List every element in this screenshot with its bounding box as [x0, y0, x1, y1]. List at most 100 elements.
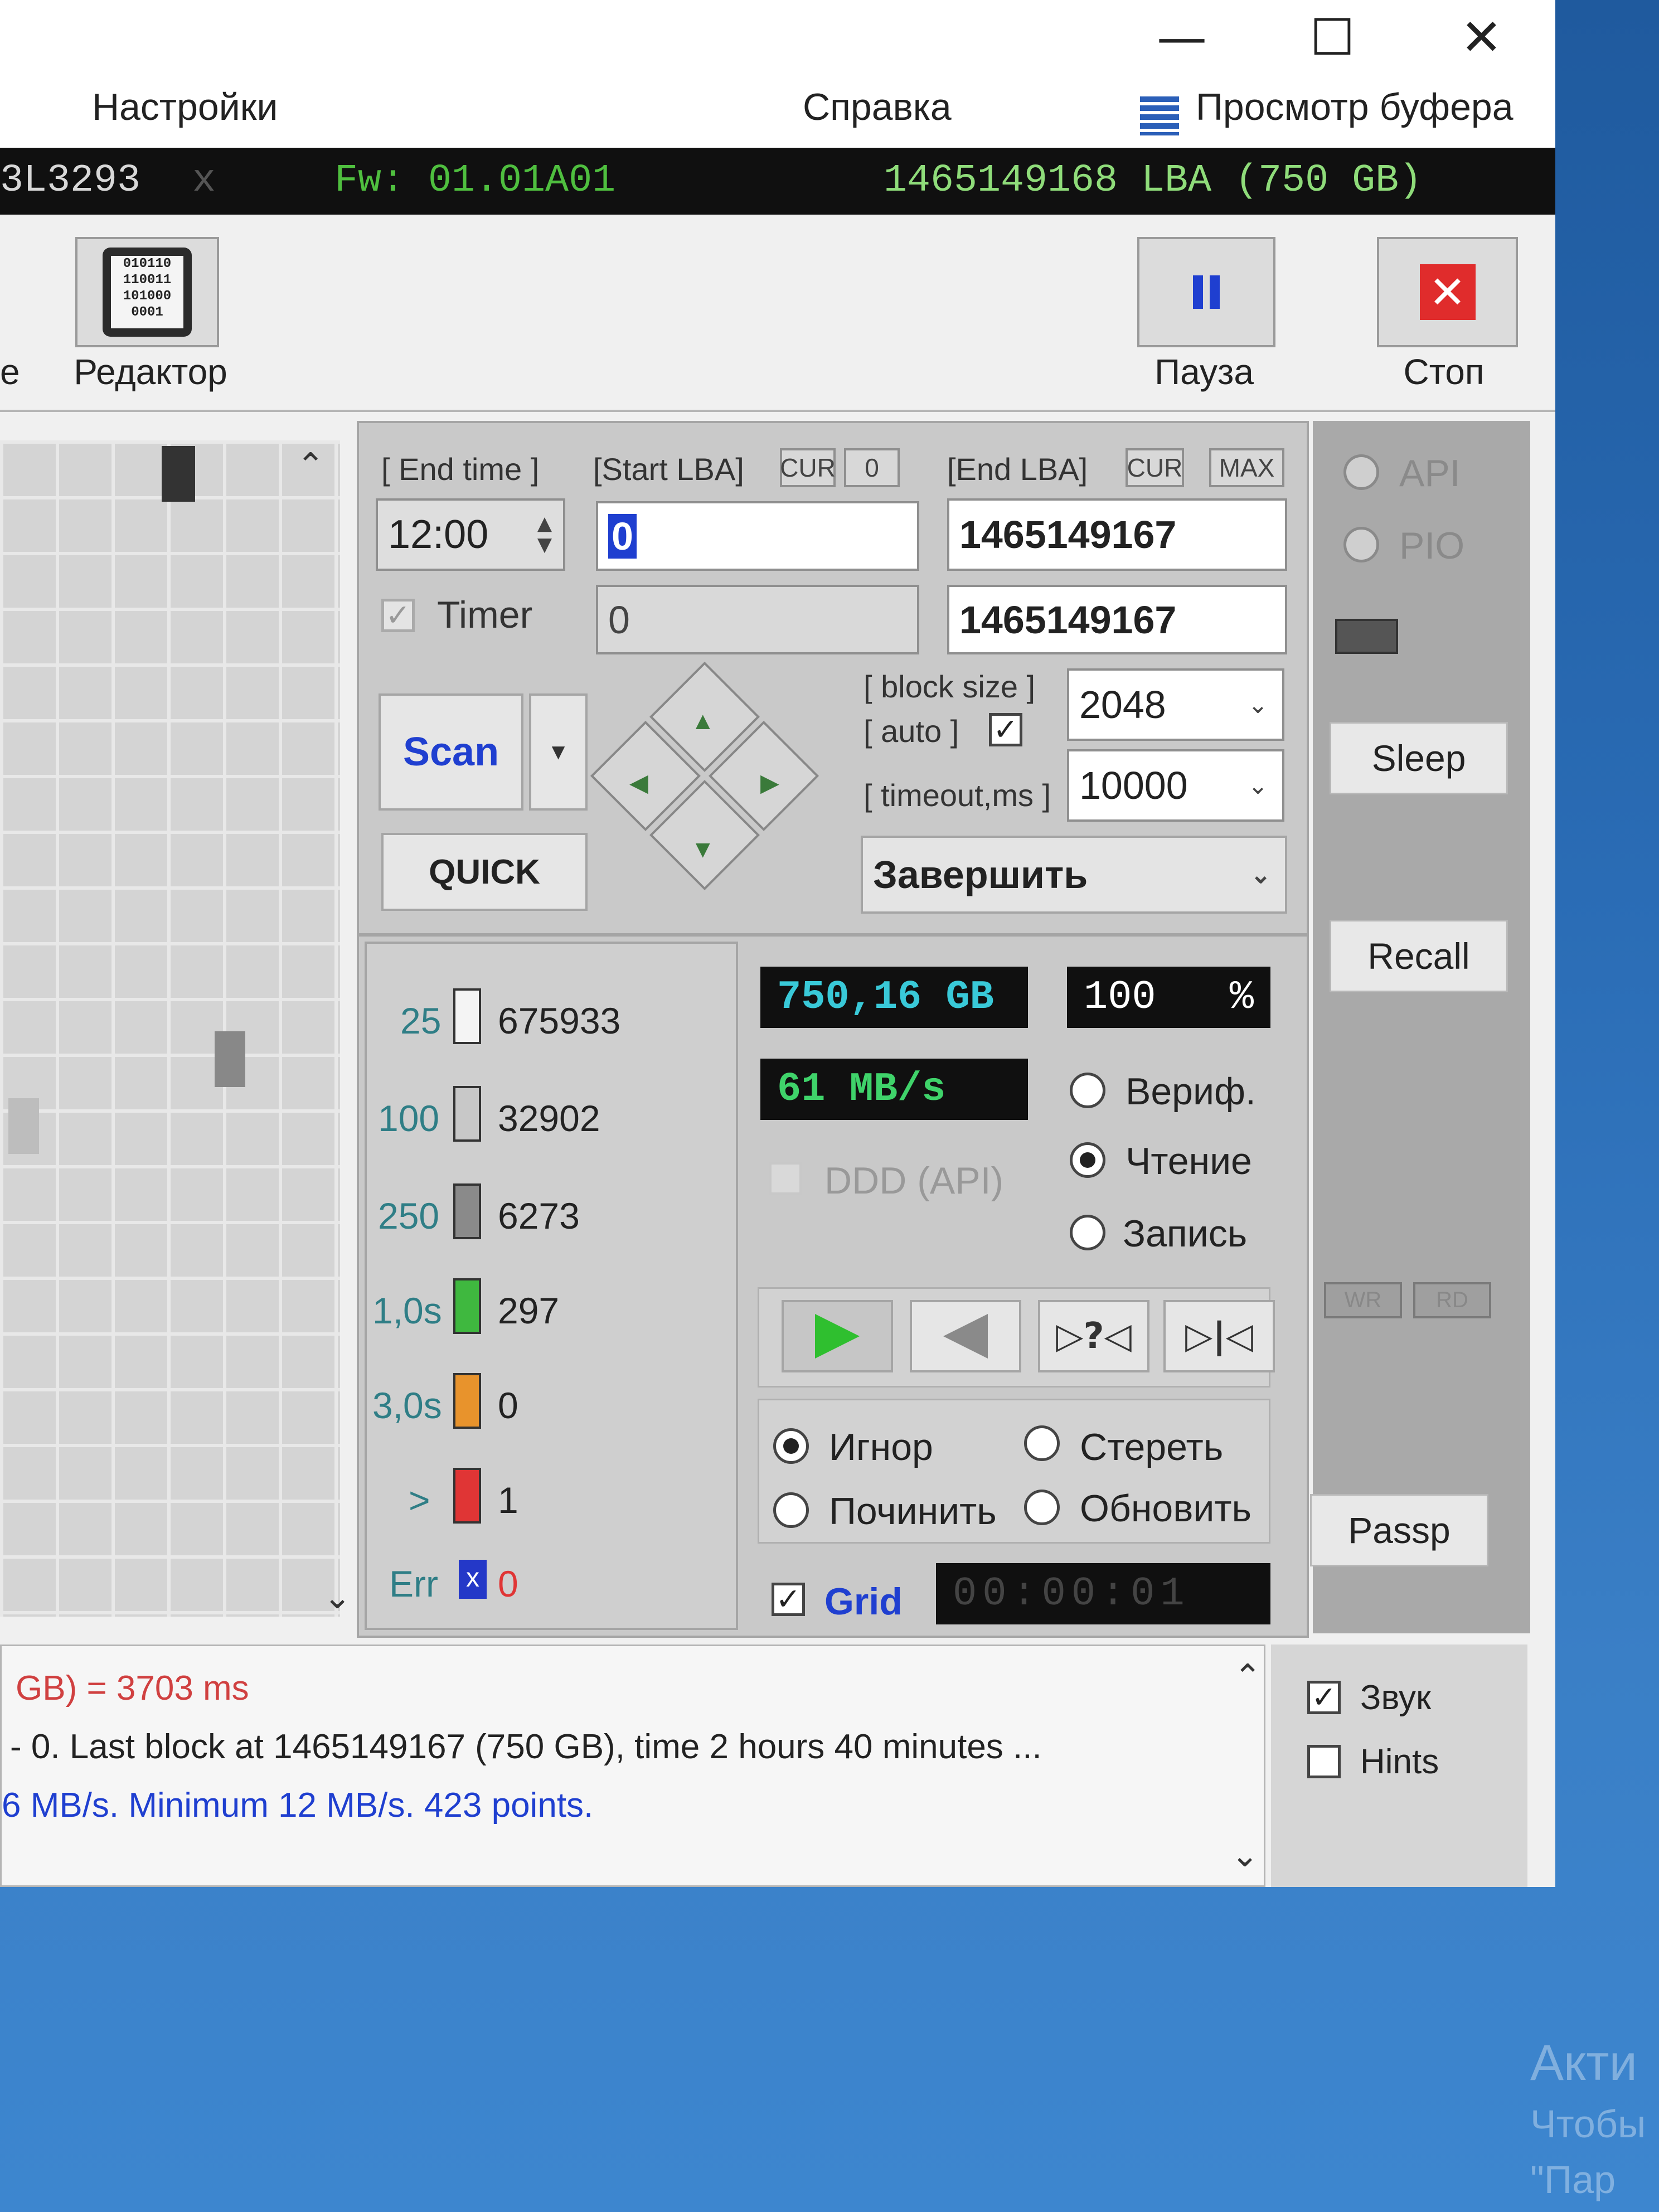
menu-help[interactable]: Справка — [803, 85, 952, 129]
error-icon: x — [459, 1560, 487, 1599]
editor-button[interactable]: 010110 110011 101000 0001 — [75, 237, 219, 347]
scan-dropdown-icon[interactable]: ▼ — [529, 693, 588, 811]
menu-bar: Настройки Справка Просмотр буфера — [0, 75, 1555, 148]
rd-indicator: RD — [1413, 1282, 1491, 1318]
legend-threshold: 100 — [378, 1098, 440, 1139]
activation-watermark: "Пар — [1530, 2158, 1616, 2201]
seek-end-icon[interactable]: ▷|◁ — [1163, 1300, 1275, 1372]
api-label: API — [1399, 452, 1461, 494]
legend-count: 32902 — [498, 1098, 600, 1139]
write-label: Запись — [1123, 1212, 1248, 1255]
ddd-label: DDD (API) — [824, 1160, 1004, 1202]
erase-radio[interactable] — [1024, 1425, 1060, 1461]
passport-button[interactable]: Passp — [1310, 1494, 1488, 1566]
refresh-radio[interactable] — [1024, 1490, 1060, 1525]
close-window-button[interactable]: ✕ — [1408, 0, 1555, 75]
block-size-select[interactable]: 2048 ⌄ — [1067, 668, 1284, 741]
legend-threshold: 25 — [400, 1000, 442, 1041]
sound-label: Звук — [1360, 1679, 1432, 1717]
legend-swatch — [453, 988, 481, 1044]
rewind-icon — [943, 1314, 988, 1359]
status-indicator — [1335, 619, 1398, 654]
right-panel: API PIO Sleep Recall WR RD Passp — [1310, 421, 1530, 1633]
log-scroll-up-icon[interactable]: ⌃ — [1234, 1657, 1262, 1696]
read-radio[interactable] — [1070, 1142, 1105, 1178]
finish-action-select[interactable]: Завершить ⌄ — [861, 836, 1287, 914]
block-map-cell — [215, 1031, 245, 1087]
start-cur-button[interactable]: CUR — [780, 448, 836, 487]
activation-watermark: Чтобы — [1530, 2102, 1646, 2146]
auto-label: [ auto ] — [864, 714, 959, 749]
minimize-button[interactable]: — — [1107, 0, 1257, 75]
legend-swatch — [453, 1183, 481, 1239]
erase-label: Стереть — [1080, 1426, 1224, 1468]
maximize-button[interactable]: ☐ — [1257, 0, 1408, 75]
drive-close-mark[interactable]: x — [192, 159, 216, 203]
legend-panel: 25 675933 100 32902 250 6273 1,0s 297 3,… — [365, 942, 738, 1630]
pio-radio[interactable] — [1343, 527, 1379, 562]
verify-label: Вериф. — [1126, 1070, 1256, 1113]
sleep-button[interactable]: Sleep — [1330, 722, 1508, 794]
timeout-select[interactable]: 10000 ⌄ — [1067, 749, 1284, 822]
start-lba-label: [Start LBA] — [593, 452, 744, 487]
timer-end-field[interactable]: 1465149167 — [947, 585, 1287, 654]
play-button[interactable] — [782, 1300, 893, 1372]
action-options: Игнор Стереть Починить Обновить — [758, 1399, 1270, 1544]
api-radio[interactable] — [1343, 454, 1379, 490]
end-cur-button[interactable]: CUR — [1126, 448, 1184, 487]
stop-button[interactable]: ✕ — [1377, 237, 1518, 347]
log-line: 6 MB/s. Minimum 12 MB/s. 423 points. — [2, 1786, 594, 1825]
pause-icon — [1193, 275, 1220, 309]
scan-button[interactable]: Scan — [379, 693, 523, 811]
seek-unknown-icon[interactable]: ▷?◁ — [1038, 1300, 1149, 1372]
recall-button[interactable]: Recall — [1330, 920, 1508, 992]
read-label: Чтение — [1126, 1140, 1252, 1182]
legend-count: 1 — [498, 1479, 518, 1521]
legend-swatch — [453, 1468, 481, 1524]
panel-divider — [359, 933, 1307, 937]
write-radio[interactable] — [1070, 1215, 1105, 1250]
hints-checkbox[interactable] — [1307, 1745, 1341, 1778]
elapsed-timer: 00:00:01 — [936, 1563, 1270, 1624]
playback-controls: ▷?◁ ▷|◁ — [758, 1287, 1275, 1388]
legend-threshold: 250 — [378, 1195, 440, 1236]
ignore-radio[interactable] — [773, 1428, 809, 1464]
rewind-button[interactable] — [910, 1300, 1021, 1372]
legend-threshold: 3,0s — [372, 1385, 442, 1426]
grid-label: Grid — [824, 1580, 903, 1623]
time-spin-icon[interactable]: ▲ ▼ — [537, 513, 552, 555]
map-scroll-up-icon[interactable]: ⌃ — [297, 446, 324, 485]
menu-settings[interactable]: Настройки — [92, 85, 278, 129]
end-time-field[interactable]: 12:00 ▲ ▼ — [376, 498, 565, 571]
timeout-label: [ timeout,ms ] — [864, 778, 1051, 813]
chevron-down-icon: ⌄ — [1250, 861, 1271, 889]
grid-checkbox[interactable]: ✓ — [772, 1583, 805, 1616]
drive-info-bar: 3L3293 x Fw: 01.01A01 1465149168 LBA (75… — [0, 148, 1555, 215]
menu-buffer-view[interactable]: Просмотр буфера — [1196, 85, 1514, 129]
timer-checkbox[interactable]: ✓ — [381, 599, 415, 632]
legend-threshold: > — [409, 1479, 430, 1521]
end-max-button[interactable]: MAX — [1209, 448, 1284, 487]
pause-label: Пауза — [1154, 352, 1254, 392]
log-scroll-down-icon[interactable]: ⌄ — [1231, 1836, 1259, 1875]
repair-radio[interactable] — [773, 1492, 809, 1528]
ignore-label: Игнор — [829, 1426, 933, 1468]
auto-checkbox[interactable]: ✓ — [989, 713, 1022, 746]
start-lba-input[interactable]: 0 — [596, 501, 919, 571]
ddd-checkbox[interactable] — [769, 1162, 802, 1195]
play-icon — [815, 1314, 860, 1359]
arrow-right-glyph: ▶ — [760, 769, 779, 797]
firmware-label: Fw: 01.01A01 — [334, 159, 616, 203]
refresh-label: Обновить — [1080, 1487, 1251, 1530]
quick-button[interactable]: QUICK — [381, 833, 588, 911]
map-scroll-down-icon[interactable]: ⌄ — [323, 1578, 351, 1617]
log-line: GB) = 3703 ms — [16, 1669, 249, 1707]
verify-radio[interactable] — [1070, 1073, 1105, 1108]
sound-checkbox[interactable]: ✓ — [1307, 1681, 1341, 1714]
pause-button[interactable] — [1137, 237, 1275, 347]
start-zero-button[interactable]: 0 — [844, 448, 900, 487]
end-lba-input[interactable]: 1465149167 — [947, 498, 1287, 571]
legend-count: 6273 — [498, 1195, 580, 1236]
stop-icon: ✕ — [1419, 264, 1476, 320]
speed-display: 61 MB/s — [760, 1059, 1028, 1120]
